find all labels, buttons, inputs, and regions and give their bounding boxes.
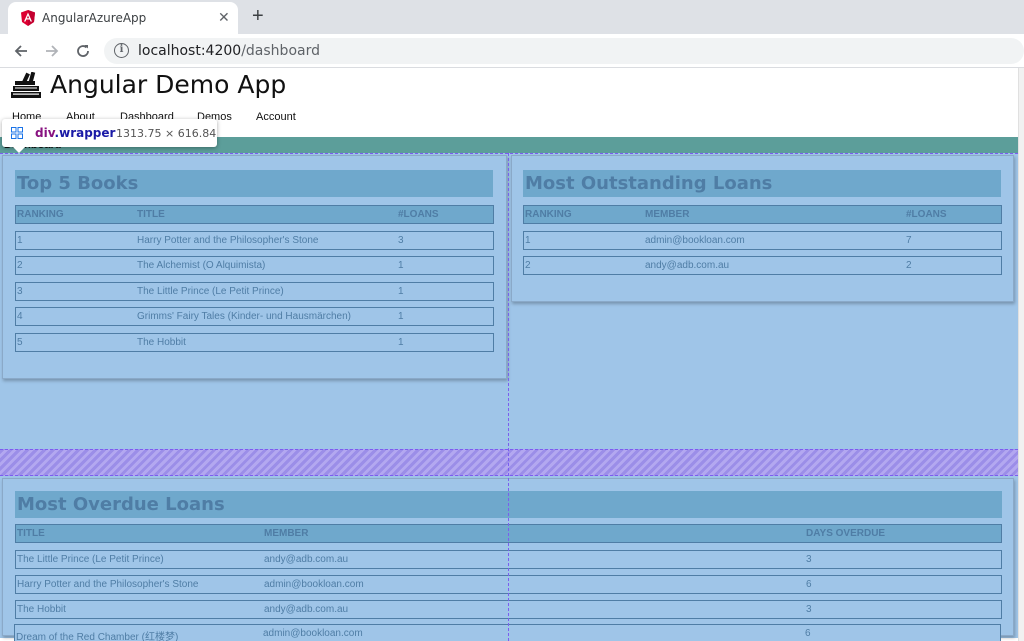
top-books-title: Top 5 Books [15,170,493,197]
forward-arrow-icon[interactable] [43,42,61,60]
cell-ranking: 4 [17,311,23,322]
browser-tab[interactable]: AngularAzureApp ✕ [8,2,238,34]
outstanding-loans-title: Most Outstanding Loans [523,170,1001,197]
cell-ranking: 3 [17,286,23,297]
header-loans: #LOANS [398,209,439,220]
header-days-overdue: DAYS OVERDUE [806,528,886,539]
close-tab-icon[interactable]: ✕ [218,9,230,26]
new-tab-icon[interactable]: + [252,5,264,28]
cell-loans: 1 [398,260,404,271]
app-title: Angular Demo App [50,70,287,99]
cell-title: Harry Potter and the Philosopher's Stone [17,579,199,590]
tab-title: AngularAzureApp [42,11,147,25]
cell-member: admin@bookloan.com [263,628,363,639]
header-member: MEMBER [645,209,690,220]
cell-title: Grimms' Fairy Tales (Kinder- und Hausmär… [137,311,352,322]
outstanding-loans-card: Most Outstanding Loans RANKING MEMBER #L… [511,155,1014,302]
cell-ranking: 2 [17,260,23,271]
tooltip-element-class: .wrapper [54,126,116,140]
nav-account[interactable]: Account [256,111,296,123]
site-info-icon[interactable]: i [114,43,129,58]
cell-ranking: 2 [525,260,531,271]
tooltip-arrow [12,146,26,153]
cell-title: Harry Potter and the Philosopher's Stone [137,235,319,246]
tooltip-element-tag: div [35,126,55,140]
table-row[interactable]: 2 The Alchemist (O Alquimista) 1 [15,256,494,275]
cell-loans: 1 [398,286,404,297]
top-books-header: RANKING TITLE #LOANS [15,205,494,224]
devtools-element-tooltip: div.wrapper 1313.75 × 616.84 [2,119,217,153]
page-scrollbar[interactable] [1018,68,1024,641]
back-arrow-icon[interactable] [12,42,30,60]
cell-loans: 2 [906,260,912,271]
url-host: localhost:4200 [138,43,242,59]
header-loans: #LOANS [906,209,947,220]
cell-days: 3 [806,604,812,615]
cell-ranking: 5 [17,337,23,348]
cell-title: Dream of the Red Chamber (红楼梦) [16,632,179,641]
cell-title: The Hobbit [137,337,186,348]
cell-days: 6 [806,579,812,590]
cell-title: The Little Prince (Le Petit Prince) [17,554,164,565]
cell-loans: 7 [906,235,912,246]
table-row[interactable]: 5 The Hobbit 1 [15,333,494,352]
cell-title: The Little Prince (Le Petit Prince) [137,286,284,297]
page-viewport: Angular Demo App Home About Dashboard De… [0,68,1018,641]
header-member: MEMBER [264,528,309,539]
url-field[interactable]: i localhost:4200/dashboard [104,38,1024,64]
reload-icon[interactable] [74,42,92,60]
tooltip-element-size: 1313.75 × 616.84 [116,127,217,140]
header-title: TITLE [137,209,165,220]
table-row[interactable]: 2 andy@adb.com.au 2 [523,256,1002,275]
header-title: TITLE [17,528,45,539]
devtools-grid-line [0,153,1018,154]
cell-ranking: 1 [525,235,531,246]
url-path: /dashboard [241,43,320,59]
devtools-margin-overlay [0,449,1018,476]
cell-member: admin@bookloan.com [264,579,364,590]
devtools-grid-line [508,153,509,641]
grid-layout-icon [11,127,23,139]
browser-tab-strip: AngularAzureApp ✕ + [0,0,1024,34]
dashboard-wrapper: Top 5 Books RANKING TITLE #LOANS 1 Harry… [0,153,1018,641]
cell-member: andy@adb.com.au [645,260,730,271]
table-row[interactable]: 4 Grimms' Fairy Tales (Kinder- und Hausm… [15,307,494,326]
cell-member: admin@bookloan.com [645,235,745,246]
cell-member: andy@adb.com.au [264,554,349,565]
cell-loans: 1 [398,337,404,348]
address-bar-row: i localhost:4200/dashboard [0,34,1024,68]
cell-loans: 3 [398,235,404,246]
angular-icon [21,10,35,26]
header-ranking: RANKING [525,209,572,220]
cell-days: 3 [806,554,812,565]
outstanding-loans-header: RANKING MEMBER #LOANS [523,205,1002,224]
cell-title: The Hobbit [17,604,66,615]
top-books-card: Top 5 Books RANKING TITLE #LOANS 1 Harry… [2,155,507,379]
cell-loans: 1 [398,311,404,322]
table-row[interactable]: 1 admin@bookloan.com 7 [523,231,1002,250]
table-row[interactable]: 1 Harry Potter and the Philosopher's Sto… [15,231,494,250]
books-logo-icon [11,72,41,98]
cell-ranking: 1 [17,235,23,246]
table-row[interactable]: 3 The Little Prince (Le Petit Prince) 1 [15,282,494,301]
header-ranking: RANKING [17,209,64,220]
cell-member: andy@adb.com.au [264,604,349,615]
cell-days: 6 [805,628,811,639]
cell-title: The Alchemist (O Alquimista) [137,260,266,271]
